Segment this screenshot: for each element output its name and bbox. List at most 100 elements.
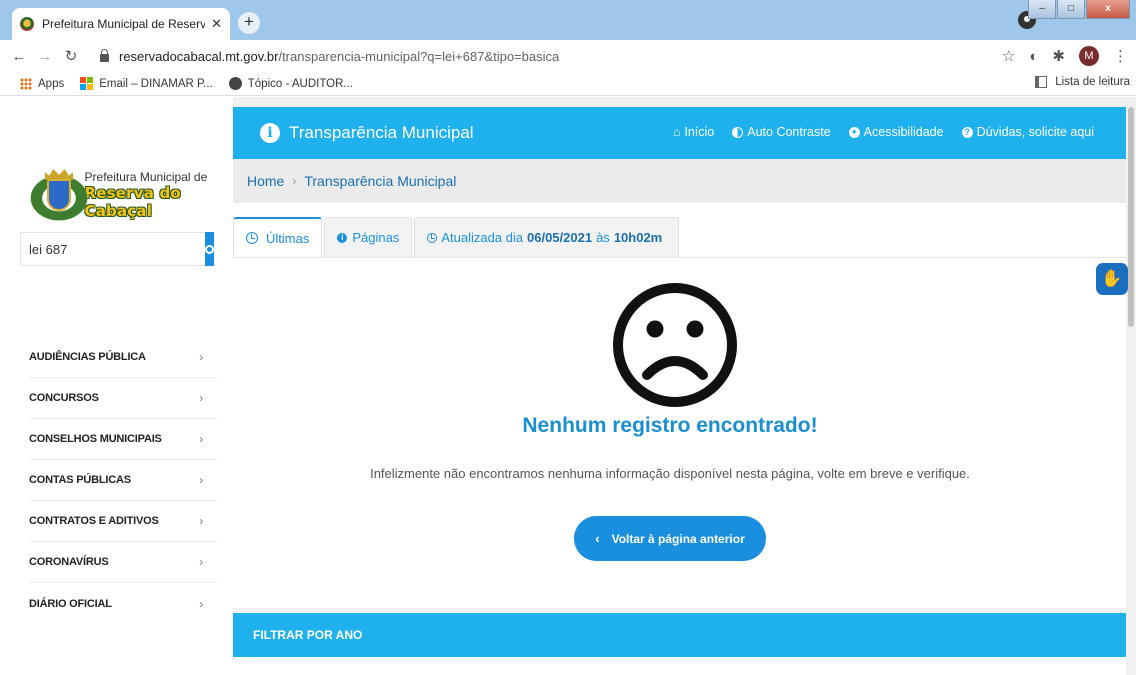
site-logo[interactable]: Prefeitura Municipal de Reserva do Cabaç… bbox=[30, 167, 232, 223]
updated-prefix: Atualizada dia bbox=[441, 230, 523, 245]
nav-auto-contraste[interactable]: Auto Contraste bbox=[732, 125, 831, 139]
menu-item-conselhos[interactable]: CONSELHOS MUNICIPAIS › bbox=[29, 419, 217, 460]
back-arrow-icon[interactable]: ← bbox=[6, 48, 32, 65]
sidebar-menu: AUDIÊNCIAS PÚBLICA › CONCURSOS › CONSELHOS… bbox=[29, 337, 217, 624]
address-bar[interactable]: reservadocabacal.mt.gov.br/transparencia… bbox=[100, 44, 1020, 68]
chevron-right-icon: › bbox=[292, 174, 297, 188]
chevron-right-icon: › bbox=[199, 555, 203, 569]
sidebar: Prefeitura Municipal de Reserva do Cabaç… bbox=[0, 97, 232, 675]
reload-icon[interactable]: ↻ bbox=[58, 47, 84, 65]
updated-time: 10h02m bbox=[613, 230, 663, 245]
close-tab-icon[interactable]: ✕ bbox=[211, 16, 222, 32]
search-icon bbox=[205, 244, 214, 254]
menu-item-diario[interactable]: DIÁRIO OFICIAL › bbox=[29, 583, 217, 624]
filter-title: FILTRAR POR ANO bbox=[253, 628, 363, 642]
info-icon: i bbox=[337, 232, 348, 243]
back-button[interactable]: ‹ Voltar à página anterior bbox=[574, 516, 766, 561]
nav-label: Início bbox=[684, 125, 715, 139]
tab-ultimas[interactable]: Últimas bbox=[233, 217, 323, 257]
tab-atualizada[interactable]: Atualizada dia 06/05/2021 às 10h02m bbox=[414, 217, 680, 257]
page-brand[interactable]: i Transparência Municipal bbox=[260, 123, 474, 143]
nav-duvidas[interactable]: ? Dúvidas, solicite aqui bbox=[961, 125, 1094, 139]
browser-toolbar: ← → ↻ reservadocabacal.mt.gov.br/transpa… bbox=[0, 40, 1136, 72]
menu-item-contratos[interactable]: CONTRATOS E ADITIVOS › bbox=[29, 501, 217, 542]
bookmark-label: Email – DINAMAR P... bbox=[99, 77, 213, 90]
clock-icon bbox=[427, 232, 438, 243]
chevron-right-icon: › bbox=[199, 350, 203, 364]
site-favicon-icon bbox=[20, 17, 34, 31]
new-tab-button[interactable]: + bbox=[238, 12, 260, 34]
bookmark-topico[interactable]: Tópico - AUDITOR... bbox=[228, 77, 353, 90]
logo-subtitle: Prefeitura Municipal de bbox=[84, 170, 208, 184]
reading-list-button[interactable]: Lista de leitura bbox=[1035, 76, 1130, 88]
tab-label: Páginas bbox=[352, 230, 400, 245]
chevron-right-icon: › bbox=[199, 596, 203, 611]
extension-icon[interactable]: ◐ bbox=[1029, 48, 1038, 65]
chevron-right-icon: › bbox=[199, 514, 203, 528]
header-bar: i Transparência Municipal ⌂ Início Auto C… bbox=[233, 107, 1126, 159]
menu-item-label: AUDIÊNCIAS PÚBLICA bbox=[29, 351, 146, 363]
breadcrumb: Home › Transparência Municipal bbox=[233, 159, 1126, 203]
updated-mid: às bbox=[596, 230, 610, 245]
url-host: reservadocabacal.mt.gov.br bbox=[119, 48, 279, 64]
menu-item-label: CONTRATOS E ADITIVOS bbox=[29, 515, 159, 527]
tab-label: Últimas bbox=[266, 230, 310, 246]
minimize-button[interactable]: – bbox=[1028, 0, 1056, 19]
page-scrollbar[interactable] bbox=[1126, 97, 1136, 675]
reading-list-icon bbox=[1035, 76, 1048, 88]
menu-item-concursos[interactable]: CONCURSOS › bbox=[29, 378, 217, 419]
menu-item-audiencias[interactable]: AUDIÊNCIAS PÚBLICA › bbox=[29, 337, 217, 378]
updated-date: 06/05/2021 bbox=[527, 230, 593, 245]
bookmark-star-icon[interactable]: ☆ bbox=[1002, 47, 1015, 65]
nav-acessibilidade[interactable]: ✦ Acessibilidade bbox=[848, 125, 944, 139]
menu-item-coronavirus[interactable]: CORONAVÍRUS › bbox=[29, 542, 217, 583]
search-input[interactable] bbox=[20, 232, 205, 266]
menu-item-label: DIÁRIO OFICIAL bbox=[29, 597, 112, 610]
search-form bbox=[20, 232, 214, 266]
header-nav: ⌂ Início Auto Contraste ✦ Acessibilidade ?… bbox=[655, 125, 1094, 139]
microsoft-icon bbox=[80, 77, 94, 90]
menu-item-contas[interactable]: CONTAS PÚBLICAS › bbox=[29, 460, 217, 501]
forward-arrow-icon[interactable]: → bbox=[32, 48, 58, 65]
breadcrumb-current[interactable]: Transparência Municipal bbox=[304, 173, 456, 189]
results-panel: Últimas i Páginas Atualizada dia 06/05/2… bbox=[233, 203, 1126, 608]
breadcrumb-home[interactable]: Home bbox=[247, 173, 284, 189]
tab-paginas[interactable]: i Páginas bbox=[324, 217, 413, 257]
bookmark-email[interactable]: Email – DINAMAR P... bbox=[80, 77, 213, 90]
close-window-button[interactable]: x bbox=[1086, 0, 1130, 19]
browser-tab[interactable]: Prefeitura Municipal de Reserva d ✕ bbox=[12, 8, 230, 40]
chevron-right-icon: › bbox=[199, 432, 203, 446]
nav-inicio[interactable]: ⌂ Início bbox=[673, 125, 714, 139]
globe-icon bbox=[228, 77, 242, 90]
menu-item-label: CONCURSOS bbox=[29, 392, 99, 404]
extensions-puzzle-icon[interactable]: ✱ bbox=[1052, 47, 1065, 65]
contrast-icon bbox=[732, 126, 744, 138]
chevron-left-icon: ‹ bbox=[595, 531, 600, 546]
sign-language-icon[interactable]: ✋ bbox=[1096, 263, 1128, 295]
chevron-right-icon: › bbox=[199, 473, 203, 487]
menu-item-label: CORONAVÍRUS bbox=[29, 556, 109, 568]
scrollbar-thumb[interactable] bbox=[1128, 107, 1134, 327]
question-icon: ? bbox=[961, 126, 973, 138]
menu-item-label: CONSELHOS MUNICIPAIS bbox=[29, 433, 162, 445]
nav-label: Dúvidas, solicite aqui bbox=[976, 125, 1094, 139]
tab-title: Prefeitura Municipal de Reserva d bbox=[42, 17, 206, 31]
search-button[interactable] bbox=[205, 232, 214, 266]
accessibility-icon: ✦ bbox=[848, 126, 860, 138]
toolbar-actions: ☆ ◐ ✱ M ⋮ bbox=[1002, 46, 1128, 66]
tab-divider bbox=[233, 257, 1126, 258]
empty-state-title: Nenhum registro encontrado! bbox=[522, 414, 818, 437]
bookmarks-bar: Apps Email – DINAMAR P... Tópico - AUDIT… bbox=[0, 72, 1136, 96]
chevron-right-icon: › bbox=[199, 391, 203, 405]
bookmark-apps[interactable]: Apps bbox=[20, 77, 65, 90]
nav-label: Auto Contraste bbox=[747, 125, 831, 139]
lock-icon bbox=[100, 49, 109, 62]
bookmark-label: Apps bbox=[38, 77, 65, 90]
filter-by-year-header[interactable]: FILTRAR POR ANO bbox=[233, 613, 1126, 657]
maximize-button[interactable]: □ bbox=[1057, 0, 1085, 19]
apps-grid-icon bbox=[20, 77, 32, 90]
clock-icon bbox=[246, 232, 258, 244]
profile-avatar[interactable]: M bbox=[1079, 46, 1099, 66]
filter-panel-body bbox=[233, 657, 1126, 675]
browser-menu-icon[interactable]: ⋮ bbox=[1113, 47, 1128, 65]
